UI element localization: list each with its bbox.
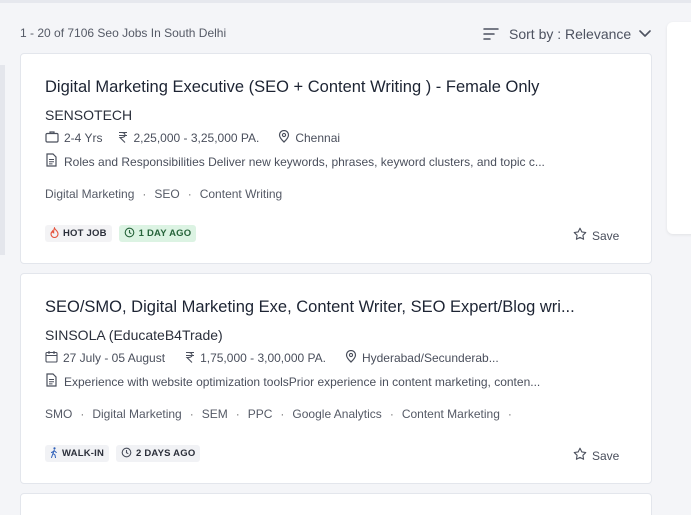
tag: SEM xyxy=(201,407,228,421)
tag-separator: · xyxy=(80,407,85,421)
rupee-icon xyxy=(118,131,133,146)
posted-age-badge: 2 DAYS AGO xyxy=(116,445,201,462)
clock-icon xyxy=(121,447,136,461)
tag: Content Marketing xyxy=(401,407,500,421)
save-button[interactable]: Save xyxy=(573,227,619,244)
tag-separator: · xyxy=(235,407,240,421)
badge-label: WALK-IN xyxy=(62,448,105,459)
walk-in-badge: WALK-IN xyxy=(45,445,110,462)
document-icon xyxy=(45,153,64,170)
location-pin-icon xyxy=(345,349,362,366)
company-name[interactable]: SINSOLA (EducateB4Trade) xyxy=(45,327,223,343)
rupee-icon xyxy=(185,351,200,366)
company-name[interactable]: SENSOTECH xyxy=(45,107,132,123)
tag: Google Analytics xyxy=(292,407,382,421)
description-text: Roles and Responsibilities Deliver new k… xyxy=(64,154,545,169)
posted-age-badge: 1 DAY AGO xyxy=(118,225,197,242)
tag-separator: · xyxy=(189,407,194,421)
salary-value: 1,75,000 - 3,00,000 PA. xyxy=(200,351,326,365)
salary-value: 2,25,000 - 3,25,000 PA. xyxy=(133,131,260,145)
location-value: Hyderabad/Secunderab... xyxy=(361,351,499,365)
badge-label: HOT JOB xyxy=(63,228,107,239)
location-value: Chennai xyxy=(295,131,341,145)
job-title-link[interactable]: SEO/SMO, Digital Marketing Exe, Content … xyxy=(45,298,575,317)
sort-lines-icon xyxy=(483,27,499,41)
walking-person-icon xyxy=(50,446,62,461)
badge-label: 2 DAYS AGO xyxy=(136,448,196,459)
tag-separator: · xyxy=(507,407,512,421)
job-badges: HOT JOB 1 DAY AGO xyxy=(45,225,203,242)
tag: Digital Marketing xyxy=(45,187,135,201)
date-range-value: 27 July - 05 August xyxy=(63,351,166,365)
job-title-link[interactable]: Digital Marketing Executive (SEO + Conte… xyxy=(45,78,539,97)
briefcase-icon xyxy=(45,130,64,146)
hot-job-badge: HOT JOB xyxy=(45,225,112,242)
skill-tags: Digital Marketing · SEO · Content Writin… xyxy=(45,187,282,201)
job-description: Experience with website optimization too… xyxy=(45,373,540,390)
flame-icon xyxy=(50,225,63,241)
location: Hyderabad/Secunderab... xyxy=(345,349,499,366)
tag-separator: · xyxy=(187,187,192,201)
tag: Digital Marketing xyxy=(92,407,182,421)
tag-separator: · xyxy=(389,407,394,421)
job-card[interactable] xyxy=(20,493,652,515)
walkin-dates: 27 July - 05 August xyxy=(45,350,165,366)
tag: SMO xyxy=(45,407,73,421)
clock-icon xyxy=(124,227,139,241)
job-badges: WALK-IN 2 DAYS AGO xyxy=(45,445,207,462)
location-pin-icon xyxy=(278,129,295,146)
salary: 2,25,000 - 3,25,000 PA. xyxy=(118,131,259,146)
top-divider xyxy=(0,0,691,3)
document-icon xyxy=(45,373,64,390)
tag: SEO xyxy=(154,187,180,201)
tag: Content Writing xyxy=(199,187,283,201)
calendar-icon xyxy=(45,350,63,366)
salary: 1,75,000 - 3,00,000 PA. xyxy=(185,351,326,366)
tag-separator: · xyxy=(142,187,147,201)
job-description: Roles and Responsibilities Deliver new k… xyxy=(45,153,545,170)
star-outline-icon xyxy=(573,227,592,244)
job-meta-row: 27 July - 05 August 1,75,000 - 3,00,000 … xyxy=(45,349,499,366)
skill-tags: SMO · Digital Marketing · SEM · PPC · Go… xyxy=(45,407,520,421)
tag: PPC xyxy=(247,407,273,421)
right-side-panel-edge xyxy=(667,22,691,234)
left-filter-panel-edge xyxy=(0,65,5,255)
sort-label: Sort by : Relevance xyxy=(509,26,632,42)
chevron-down-icon xyxy=(639,30,651,38)
location: Chennai xyxy=(278,129,341,146)
sort-dropdown[interactable]: Sort by : Relevance xyxy=(483,26,651,42)
badge-label: 1 DAY AGO xyxy=(138,228,192,239)
experience-value: 2-4 Yrs xyxy=(64,131,103,145)
star-outline-icon xyxy=(573,447,592,464)
tag-separator: · xyxy=(280,407,285,421)
results-count: 1 - 20 of 7106 Seo Jobs In South Delhi xyxy=(20,26,227,40)
job-meta-row: 2-4 Yrs 2,25,000 - 3,25,000 PA. Chennai xyxy=(45,129,341,146)
description-text: Experience with website optimization too… xyxy=(64,374,541,389)
save-label: Save xyxy=(592,448,620,463)
job-card[interactable]: Digital Marketing Executive (SEO + Conte… xyxy=(20,53,652,264)
job-card[interactable]: SEO/SMO, Digital Marketing Exe, Content … xyxy=(20,273,652,484)
save-button[interactable]: Save xyxy=(573,447,619,464)
experience: 2-4 Yrs xyxy=(45,130,102,146)
save-label: Save xyxy=(592,228,620,243)
